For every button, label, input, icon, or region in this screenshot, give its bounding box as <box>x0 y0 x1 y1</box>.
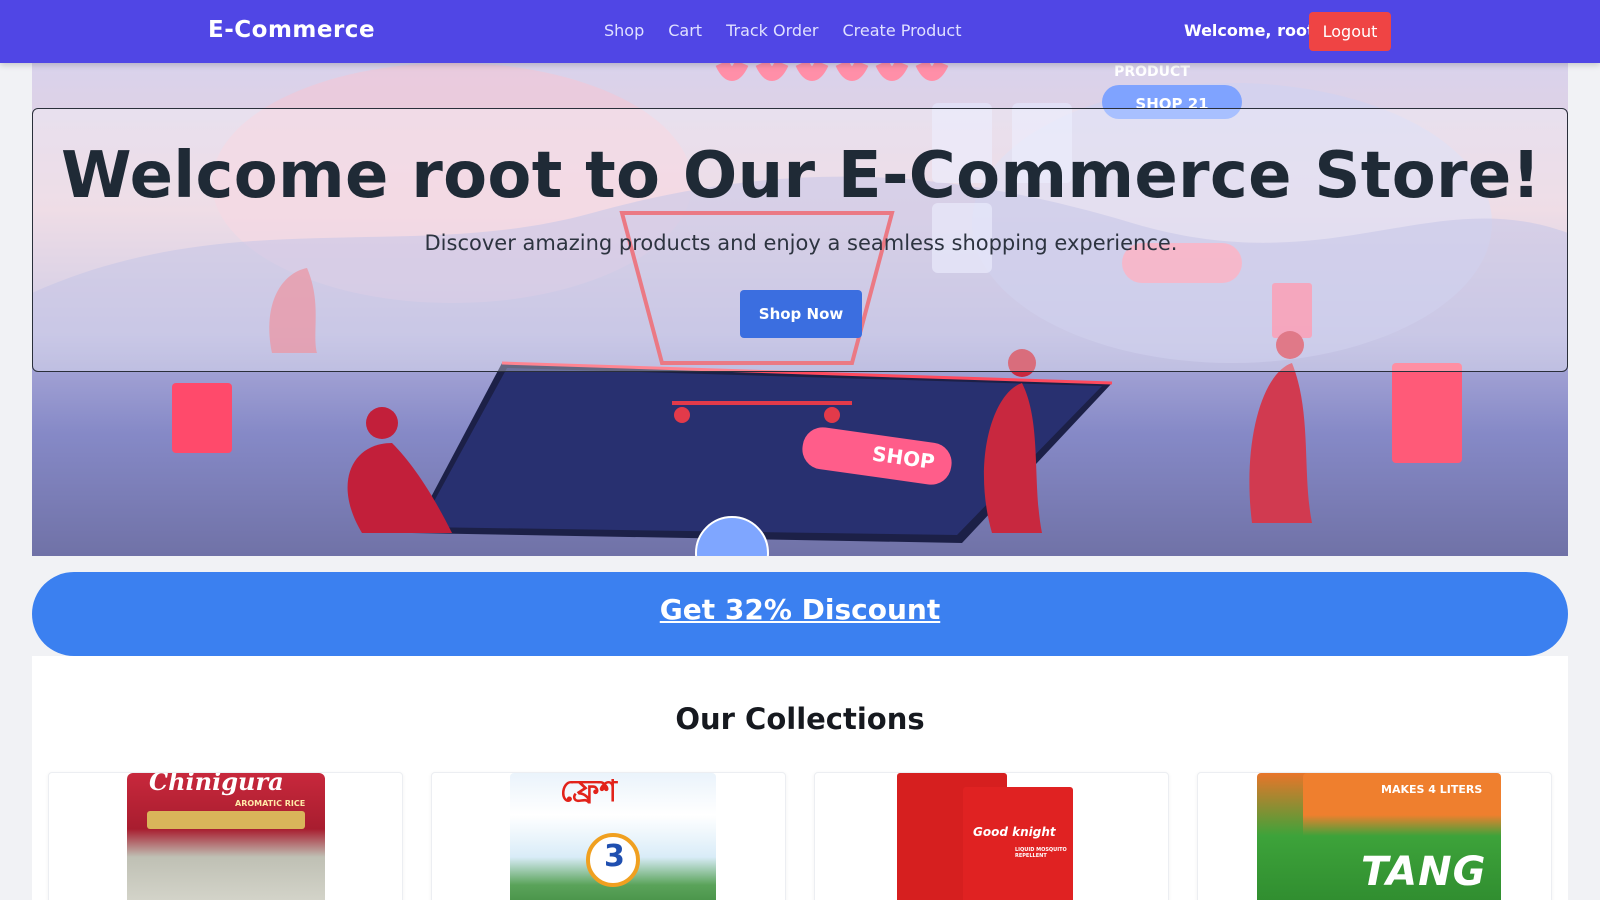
logout-button[interactable]: Logout <box>1309 12 1391 51</box>
brand-logo[interactable]: E-Commerce <box>208 17 375 43</box>
product-label: Good knight <box>973 825 1056 839</box>
product-sublabel: LIQUID MOSQUITO REPELLENT <box>1015 847 1067 859</box>
nav-link-shop[interactable]: Shop <box>604 21 644 40</box>
product-image-tang: MAKES 4 LITERS TANG <box>1257 773 1501 900</box>
product-card[interactable]: Good knight LIQUID MOSQUITO REPELLENT <box>814 772 1169 900</box>
product-label: Chinigura <box>149 773 284 796</box>
discount-link[interactable]: Get 32% Discount <box>660 593 940 626</box>
product-sublabel: MAKES 4 LITERS <box>1381 783 1483 796</box>
hero-art-product-label: PRODUCT <box>1114 64 1190 80</box>
navbar: E-Commerce Shop Cart Track Order Create … <box>0 0 1600 63</box>
discount-banner: Get 32% Discount <box>32 572 1568 656</box>
product-card[interactable]: MAKES 4 LITERS TANG <box>1197 772 1552 900</box>
product-label: TANG <box>1361 849 1487 895</box>
product-image-milk: ফ্রেশ 3 <box>510 773 716 900</box>
product-label: ফ্রেশ <box>560 774 617 809</box>
welcome-text: Welcome, root <box>1184 21 1315 40</box>
nav-link-track-order[interactable]: Track Order <box>726 21 818 40</box>
nav-links: Shop Cart Track Order Create Product <box>604 21 962 40</box>
collections-section: Our Collections Chinigura AROMATIC RICE … <box>32 656 1568 900</box>
nav-link-create-product[interactable]: Create Product <box>843 21 962 40</box>
product-sublabel: 3 <box>604 839 625 874</box>
product-sublabel: AROMATIC RICE <box>235 799 306 808</box>
nav-link-cart[interactable]: Cart <box>668 21 702 40</box>
hero-overlay-panel: Welcome root to Our E-Commerce Store! Di… <box>32 108 1568 372</box>
hero-subtitle: Discover amazing products and enjoy a se… <box>424 231 1178 255</box>
hero-banner: SHOP SHOP 21 PRODUCT Welcome root to Our… <box>32 63 1568 556</box>
collections-title: Our Collections <box>675 702 925 736</box>
product-image-rice: Chinigura AROMATIC RICE <box>127 773 325 900</box>
shop-now-button[interactable]: Shop Now <box>740 290 862 338</box>
hero-title: Welcome root to Our E-Commerce Store! <box>60 139 1542 213</box>
product-card[interactable]: Chinigura AROMATIC RICE <box>48 772 403 900</box>
product-grid: Chinigura AROMATIC RICE ফ্রেশ 3 Good kni… <box>48 772 1552 900</box>
product-image-repellent: Good knight LIQUID MOSQUITO REPELLENT <box>897 773 1073 900</box>
product-card[interactable]: ফ্রেশ 3 <box>431 772 786 900</box>
